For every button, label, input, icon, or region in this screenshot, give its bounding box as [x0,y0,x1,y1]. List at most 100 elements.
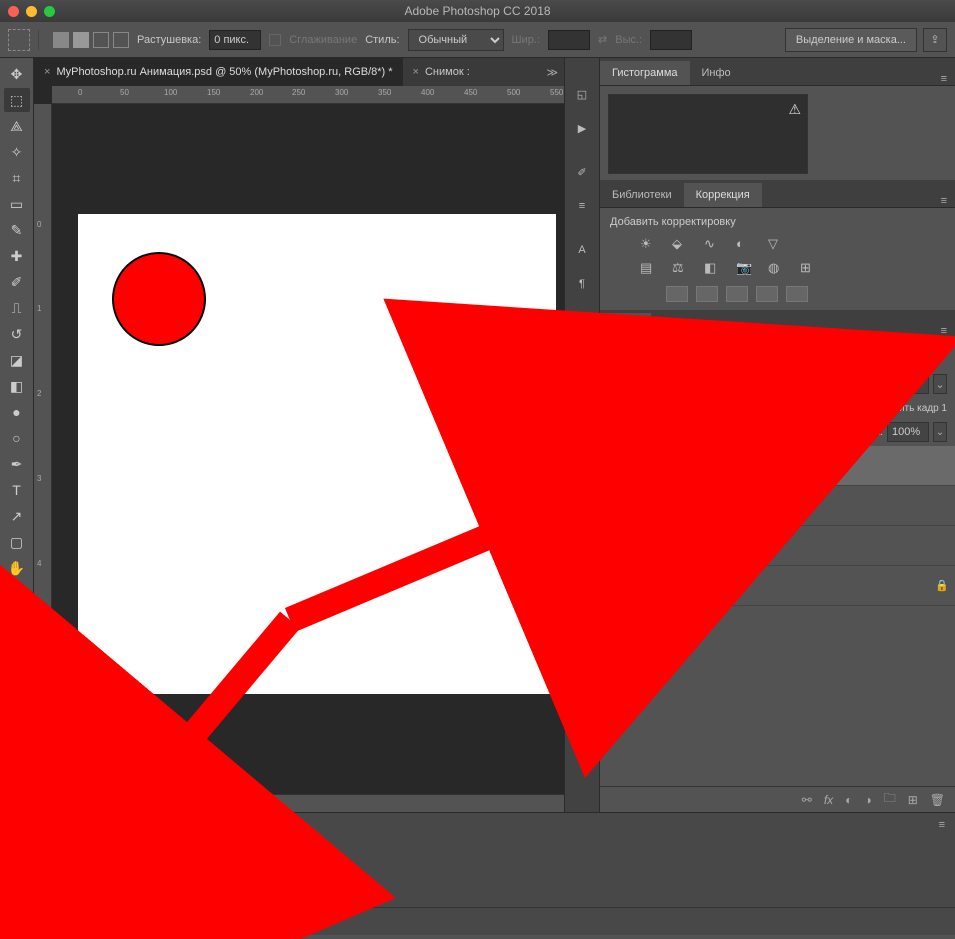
brushes-panel-icon[interactable]: ✐ [569,160,595,184]
unify-style-icon[interactable]: fx [723,403,731,414]
opacity-dropdown-icon[interactable]: ⌄ [933,374,947,394]
frame-delay[interactable]: 0 сек.⌄ [170,886,218,902]
play-icon[interactable]: ▶ [192,915,210,929]
unify-visibility-icon[interactable]: 👁 [705,403,718,414]
layer-thumbnail[interactable] [634,571,666,601]
selection-new-icon[interactable] [53,32,69,48]
crop-tool-icon[interactable]: ⌗ [4,166,30,190]
fill-dropdown-icon[interactable]: ⌄ [933,422,947,442]
levels-icon[interactable]: ⬙ [672,236,692,252]
tab-adjustments[interactable]: Коррекция [684,183,762,207]
blend-mode-select[interactable]: Обычные [608,374,788,394]
duplicate-frame-icon[interactable]: ⊞ [276,915,294,929]
opacity-input[interactable] [887,374,929,394]
feather-input[interactable] [209,30,261,50]
screen-mode-icon[interactable] [8,698,26,712]
vibrance-icon[interactable]: ▽ [768,236,788,252]
frame-thumbnail[interactable]: 4 [170,841,218,885]
color-balance-icon[interactable]: ⚖ [672,260,692,276]
link-layers-icon[interactable]: ⚯ [802,793,812,807]
lock-position-icon[interactable]: ✥ [695,427,703,438]
3d-panel-icon[interactable]: ⬢ [569,316,595,340]
panel-menu-icon[interactable]: ≡ [933,325,955,337]
prev-frame-icon[interactable]: ◀ [164,915,182,929]
status-menu-icon[interactable]: ❯ [191,798,199,809]
frame-delay[interactable]: 0 сек.⌄ [8,886,56,902]
curves-icon[interactable]: ∿ [704,236,724,252]
lock-artboard-icon[interactable]: ▣ [709,427,718,438]
lock-pixels-icon[interactable]: ✐ [680,427,688,438]
tab-histogram[interactable]: Гистограмма [600,61,690,85]
type-tool-icon[interactable]: T [4,478,30,502]
selection-add-icon[interactable] [73,32,89,48]
new-layer-icon[interactable]: ⊞ [908,793,918,807]
pen-tool-icon[interactable]: ✒ [4,452,30,476]
frame-thumbnail[interactable]: 2 [62,841,110,885]
layer-filter-kind[interactable]: Вид [630,344,710,364]
tab-scroll-icon[interactable]: ≫ [540,66,564,79]
magic-wand-tool-icon[interactable]: ✧ [4,140,30,164]
fill-input[interactable] [887,422,929,442]
unify-position-icon[interactable]: ✥ [690,403,698,414]
layer-style-icon[interactable]: fx [824,793,833,807]
history-brush-tool-icon[interactable]: ↺ [4,322,30,346]
character-panel-icon[interactable]: A [569,238,595,262]
tab-channels[interactable]: Каналы [651,313,714,337]
delete-frame-icon[interactable]: 🗑 [304,915,322,929]
color-lookup-icon[interactable]: ⊞ [800,260,820,276]
clone-stamp-tool-icon[interactable]: ⎍ [4,296,30,320]
edit-toolbar-icon[interactable]: ⋯ [4,608,30,632]
dodge-tool-icon[interactable]: ○ [4,426,30,450]
selection-intersect-icon[interactable] [113,32,129,48]
path-selection-tool-icon[interactable]: ↗ [4,504,30,528]
move-tool-icon[interactable]: ✥ [4,62,30,86]
channel-mixer-icon[interactable]: ◍ [768,260,788,276]
hue-sat-icon[interactable]: ▤ [640,260,660,276]
rectangle-tool-icon[interactable]: ▢ [4,530,30,554]
filter-pixel-icon[interactable]: ▧ [793,348,809,361]
threshold-icon[interactable] [726,286,748,302]
next-frame-icon[interactable]: ▶| [220,915,238,929]
layer-mask-icon[interactable]: ◐ [845,793,852,807]
gradient-tool-icon[interactable]: ◧ [4,374,30,398]
tween-icon[interactable]: ↯ [248,915,266,929]
propagate-checkbox[interactable]: ✓ [823,402,835,414]
brightness-icon[interactable]: ☀ [640,236,660,252]
layer-row[interactable]: MyPhotoshop.ru 2 [600,486,955,526]
eraser-tool-icon[interactable]: ◪ [4,348,30,372]
timeline-frame[interactable]: 10 сек.⌄ [8,841,56,902]
brush-tool-icon[interactable]: ✐ [4,270,30,294]
rectangular-marquee-tool-icon[interactable]: ⬚ [4,88,30,112]
layer-visibility-icon[interactable]: 👁 [606,459,626,472]
eyedropper-tool-icon[interactable]: ✎ [4,218,30,242]
new-group-icon[interactable]: 🗀 [884,789,896,810]
zoom-tool-icon[interactable]: 🔍 [4,582,30,606]
layer-thumbnail[interactable] [634,451,666,481]
document-tab-active[interactable]: × MyPhotoshop.ru Анимация.psd @ 50% (MyP… [34,58,403,86]
filter-toggle-icon[interactable]: ● [931,348,947,361]
blur-tool-icon[interactable]: ● [4,400,30,424]
share-icon[interactable]: ⇪ [923,28,947,52]
actions-panel-icon[interactable]: ▶ [569,116,595,140]
posterize-icon[interactable] [696,286,718,302]
timeline-frame[interactable]: 20 сек.⌄ [62,841,110,902]
frame-delay[interactable]: 0 сек.⌄ [116,886,164,902]
history-panel-icon[interactable]: ◱ [569,82,595,106]
frame-thumbnail[interactable]: 1 [8,841,56,885]
document-tab-inactive[interactable]: × Снимок : [403,58,480,86]
panel-menu-icon[interactable]: ≡ [939,819,945,831]
loop-select[interactable]: Однократно [36,912,126,932]
filter-type-icon[interactable]: T [845,348,861,361]
selection-subtract-icon[interactable] [93,32,109,48]
lock-transparency-icon[interactable]: ▨ [665,427,674,438]
frame-delay[interactable]: 0 сек.⌄ [62,886,110,902]
exposure-icon[interactable]: ◐ [736,236,756,252]
selective-color-icon[interactable] [786,286,808,302]
tab-info[interactable]: Инфо [690,61,743,85]
tab-libraries[interactable]: Библиотеки [600,183,684,207]
tab-layers[interactable]: Слои [600,313,651,337]
layer-row[interactable]: 👁MyPhotoshop.ru [600,446,955,486]
histogram-warning-icon[interactable]: ⚠ [788,101,801,118]
timeline-frame[interactable]: 30 сек.⌄ [116,841,164,902]
filter-smart-icon[interactable]: ▣ [897,348,913,361]
